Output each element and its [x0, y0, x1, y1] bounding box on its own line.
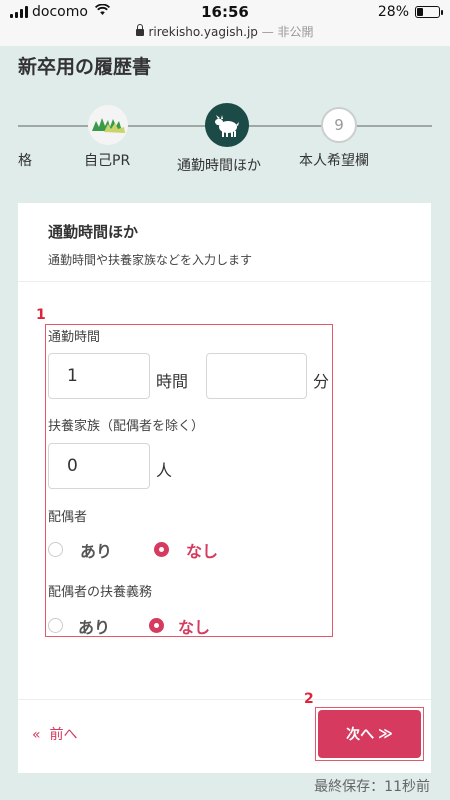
step-label-current: 通勤時間ほか: [177, 158, 261, 174]
address-bar[interactable]: rirekisho.yagish.jp — 非公開: [0, 23, 450, 40]
battery-percent: 28%: [377, 4, 409, 20]
step-next-number[interactable]: 9: [321, 107, 357, 143]
back-label: 前へ: [49, 727, 78, 743]
double-chevron-left-icon: «: [32, 727, 41, 743]
status-bar: docomo 16:56 28% rirekisho.yagish.jp — 非…: [0, 0, 450, 46]
step-label-prev[interactable]: 自己PR: [84, 150, 130, 170]
step-prev-grass-icon[interactable]: [88, 105, 128, 145]
step-label-next[interactable]: 本人希望欄: [299, 150, 369, 170]
battery-info: 28%: [377, 4, 443, 20]
url-text: rirekisho.yagish.jp: [148, 25, 258, 39]
card-title: 通勤時間ほか: [48, 223, 139, 241]
annotation-number-1: 1: [36, 307, 46, 323]
annotation-box-1: [45, 324, 333, 637]
next-label: 次へ: [346, 727, 375, 743]
battery-icon: [415, 6, 443, 18]
step-label-partial: 格: [18, 153, 32, 169]
page-title: 新卒用の履歴書: [18, 56, 152, 78]
annotation-number-2: 2: [304, 691, 314, 707]
step-current-goat-icon[interactable]: [205, 103, 249, 147]
double-chevron-right-icon: ≫: [378, 726, 393, 742]
next-button[interactable]: 次へ ≫: [318, 710, 421, 758]
divider: [18, 281, 431, 282]
last-saved-status: 最終保存：11秒前: [314, 779, 430, 795]
lock-icon: [136, 24, 145, 36]
back-button[interactable]: « 前へ: [32, 724, 77, 744]
footer-divider: [18, 699, 431, 700]
privacy-label: — 非公開: [261, 25, 314, 39]
card-subtitle: 通勤時間や扶養家族などを入力します: [48, 253, 253, 267]
